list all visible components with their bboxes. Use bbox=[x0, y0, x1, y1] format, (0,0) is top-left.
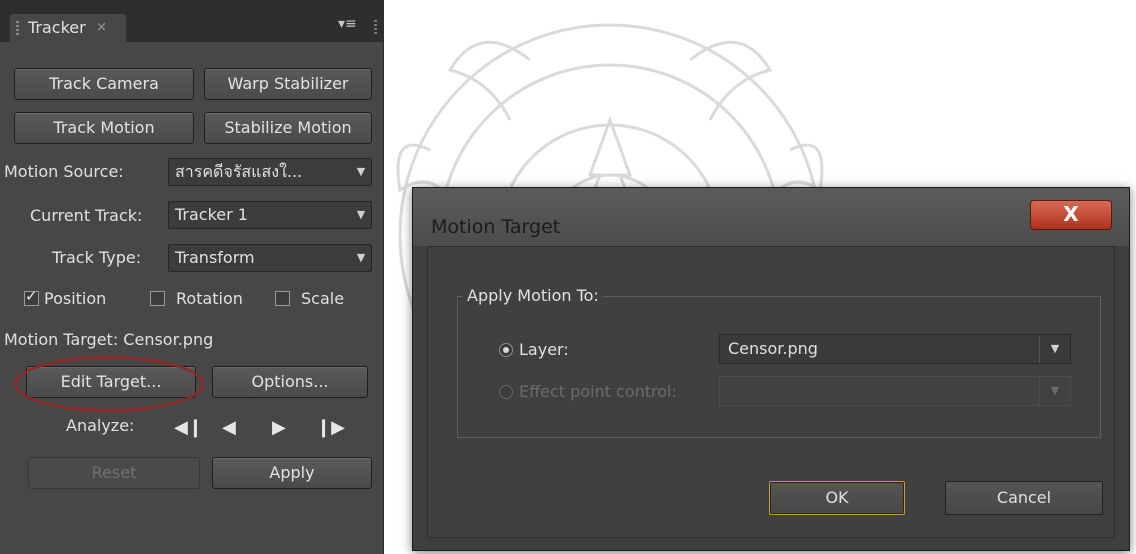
layer-value: Censor.png bbox=[728, 339, 818, 358]
options-button[interactable]: Options... bbox=[212, 366, 368, 398]
analyze-back-frame-icon[interactable]: ◀❙ bbox=[174, 418, 203, 438]
analyze-forward-frame-icon[interactable]: ❙▶ bbox=[316, 418, 345, 438]
rotation-checkbox[interactable] bbox=[150, 291, 165, 306]
layer-radio[interactable] bbox=[499, 343, 513, 357]
chevron-down-icon: ▼ bbox=[356, 208, 366, 221]
effect-point-label: Effect point control: bbox=[519, 382, 677, 401]
drag-grip-icon[interactable] bbox=[16, 21, 19, 35]
rotation-label: Rotation bbox=[176, 289, 243, 308]
stabilize-motion-button[interactable]: Stabilize Motion bbox=[204, 112, 372, 144]
current-track-select[interactable]: Tracker 1 ▼ bbox=[168, 201, 372, 229]
motion-source-select[interactable]: สารคดีจรัสแสงใ... ▼ bbox=[168, 158, 372, 186]
reset-button[interactable]: Reset bbox=[28, 457, 200, 489]
scale-checkbox[interactable] bbox=[275, 291, 290, 306]
drag-grip-icon[interactable] bbox=[374, 20, 377, 34]
apply-motion-title: Apply Motion To: bbox=[463, 286, 603, 305]
current-track-label: Current Track: bbox=[30, 206, 143, 225]
tracker-panel: Tracker × ▾≡ Track Camera Warp Stabilize… bbox=[0, 0, 384, 554]
analyze-backward-icon[interactable]: ◀ bbox=[222, 418, 236, 438]
tab-tracker-label: Tracker bbox=[28, 18, 86, 37]
close-tab-icon[interactable]: × bbox=[96, 14, 107, 42]
analyze-label: Analyze: bbox=[66, 416, 135, 435]
layer-label: Layer: bbox=[519, 340, 569, 359]
analyze-forward-icon[interactable]: ▶ bbox=[272, 418, 286, 438]
apply-button[interactable]: Apply bbox=[212, 457, 372, 489]
scale-label: Scale bbox=[301, 289, 345, 308]
dialog-title: Motion Target bbox=[431, 216, 561, 238]
current-track-value: Tracker 1 bbox=[175, 205, 248, 224]
position-checkbox[interactable] bbox=[24, 287, 39, 306]
position-label: Position bbox=[44, 289, 107, 308]
track-type-label: Track Type: bbox=[52, 248, 142, 267]
motion-source-value: สารคดีจรัสแสงใ... bbox=[175, 162, 303, 181]
chevron-down-icon: ▼ bbox=[1039, 377, 1070, 405]
layer-select[interactable]: Censor.png ▼ bbox=[719, 334, 1071, 364]
motion-source-label: Motion Source: bbox=[4, 162, 124, 181]
cancel-button[interactable]: Cancel bbox=[945, 481, 1103, 515]
motion-target-text: Motion Target: Censor.png bbox=[4, 330, 214, 349]
ok-button[interactable]: OK bbox=[769, 481, 905, 515]
track-type-value: Transform bbox=[175, 248, 255, 267]
close-button[interactable]: X bbox=[1030, 200, 1112, 230]
tab-tracker[interactable]: Tracker × bbox=[10, 14, 126, 42]
effect-point-radio[interactable] bbox=[499, 385, 513, 399]
chevron-down-icon: ▼ bbox=[1039, 335, 1070, 363]
warp-stabilizer-button[interactable]: Warp Stabilizer bbox=[204, 68, 372, 100]
track-camera-button[interactable]: Track Camera bbox=[14, 68, 194, 100]
panel-menu-icon[interactable]: ▾≡ bbox=[338, 16, 357, 32]
track-type-select[interactable]: Transform ▼ bbox=[168, 244, 372, 272]
chevron-down-icon: ▼ bbox=[356, 165, 366, 178]
motion-target-dialog: Motion Target X Apply Motion To: Layer: … bbox=[412, 187, 1130, 551]
chevron-down-icon: ▼ bbox=[356, 251, 366, 264]
effect-point-select[interactable]: ▼ bbox=[719, 376, 1071, 406]
close-icon: X bbox=[1063, 202, 1079, 226]
highlight-ellipse bbox=[14, 356, 204, 412]
track-motion-button[interactable]: Track Motion bbox=[14, 112, 194, 144]
apply-motion-group bbox=[457, 296, 1101, 438]
panel-tab-bar: Tracker × ▾≡ bbox=[0, 0, 384, 42]
